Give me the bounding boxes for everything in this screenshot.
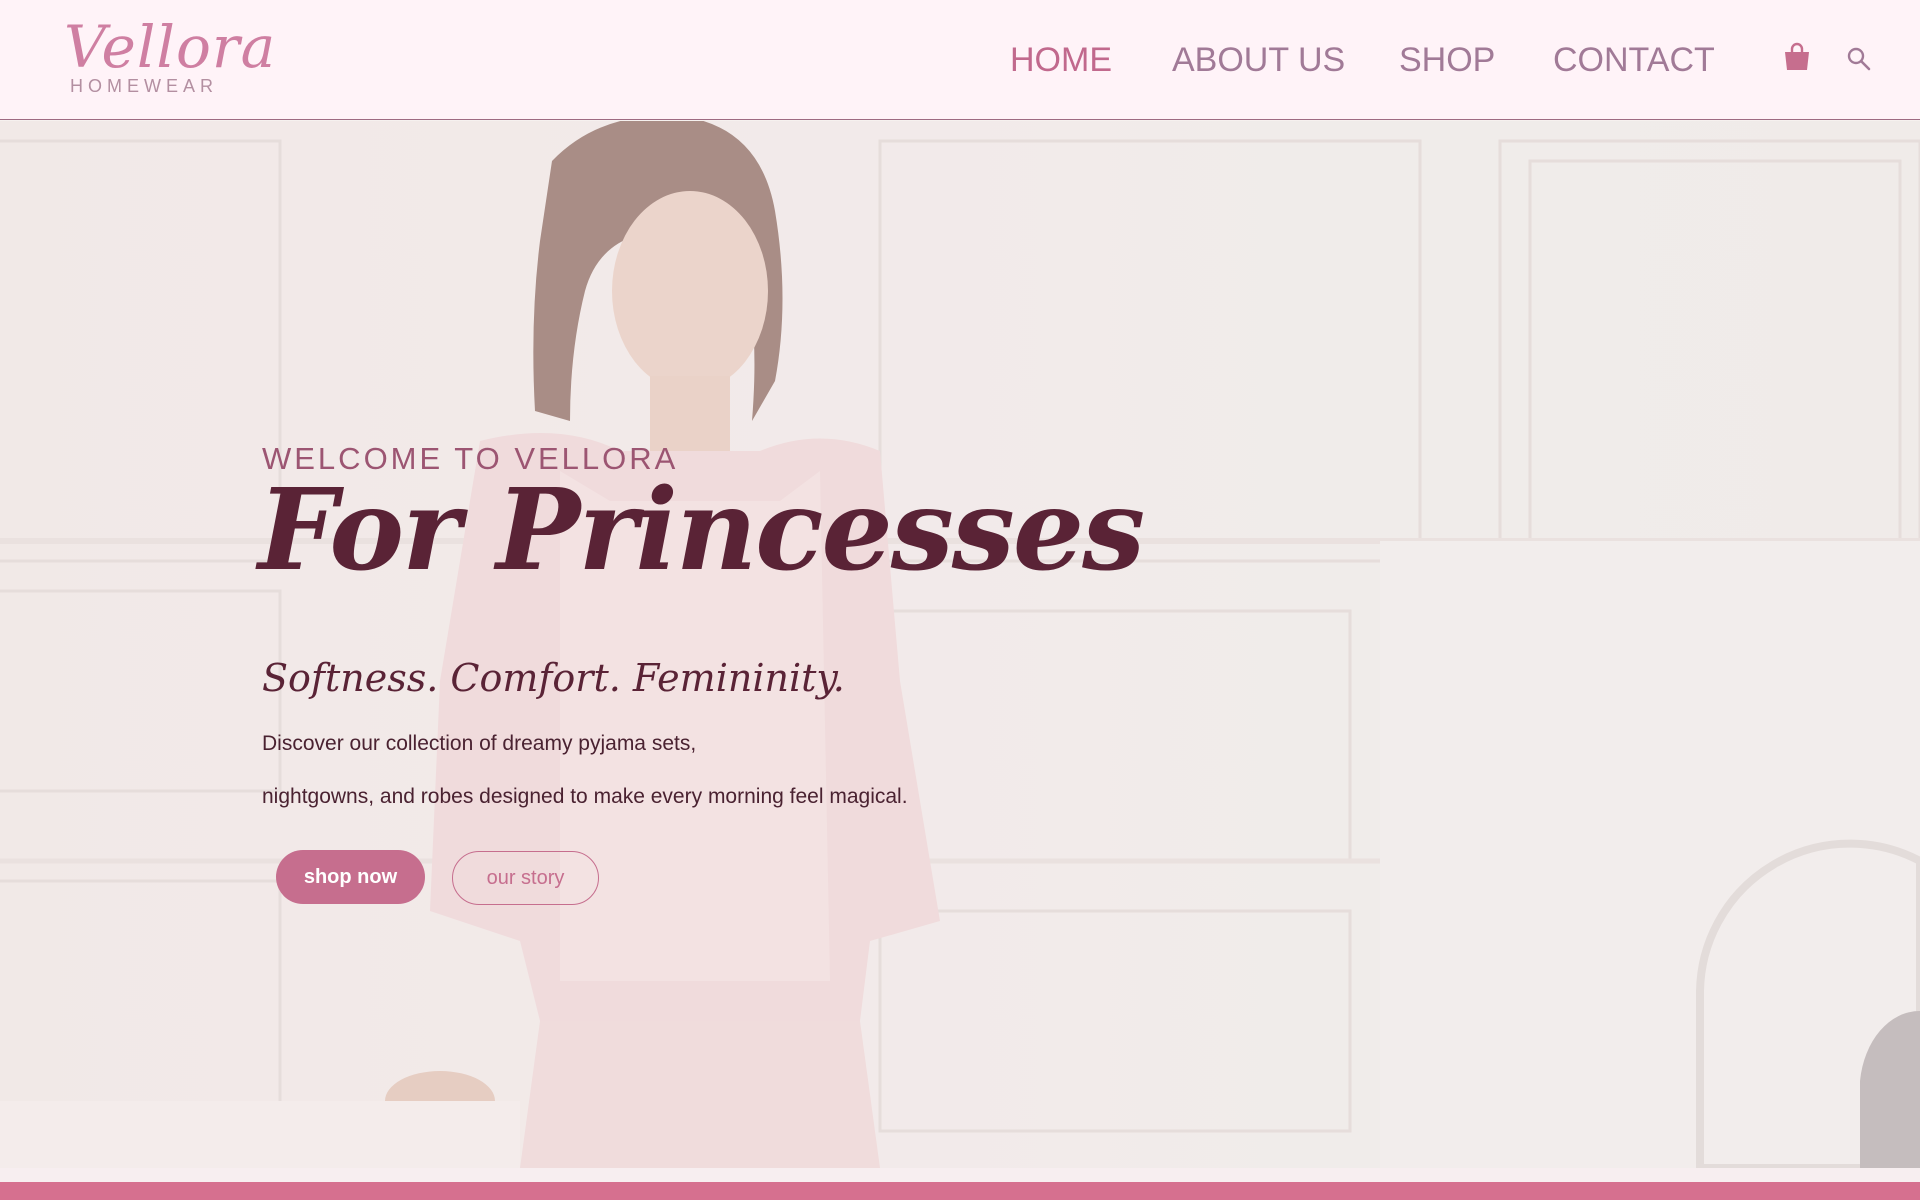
brand-logo[interactable]: Vellora HOMEWEAR (64, 14, 275, 104)
hero-description-line-1: Discover our collection of dreamy pyjama… (262, 732, 697, 755)
our-story-button[interactable]: our story (452, 851, 599, 905)
hero-tagline: Softness. Comfort. Femininity. (262, 656, 845, 700)
footer-strip (0, 1182, 1920, 1200)
section-divider (0, 1168, 1920, 1182)
nav-shop[interactable]: SHOP (1399, 36, 1495, 84)
shopping-bag-icon[interactable] (1782, 42, 1812, 74)
logo-subtitle: HOMEWEAR (70, 76, 218, 96)
hero-title: For Princesses (258, 465, 1145, 596)
nav-home[interactable]: HOME (1010, 36, 1112, 84)
shop-now-button[interactable]: shop now (276, 850, 425, 904)
site-header: Vellora HOMEWEAR HOME ABOUT US SHOP CONT… (0, 0, 1920, 120)
hero-section: WELCOME TO VELLORA For Princesses Softne… (0, 121, 1920, 1168)
nav-about-us[interactable]: ABOUT US (1172, 36, 1345, 84)
search-icon[interactable] (1846, 46, 1872, 72)
nav-contact[interactable]: CONTACT (1553, 36, 1715, 84)
hero-overlay (0, 121, 1920, 1168)
logo-wordmark: Vellora (64, 13, 277, 81)
hero-description-line-2: nightgowns, and robes designed to make e… (262, 785, 908, 808)
